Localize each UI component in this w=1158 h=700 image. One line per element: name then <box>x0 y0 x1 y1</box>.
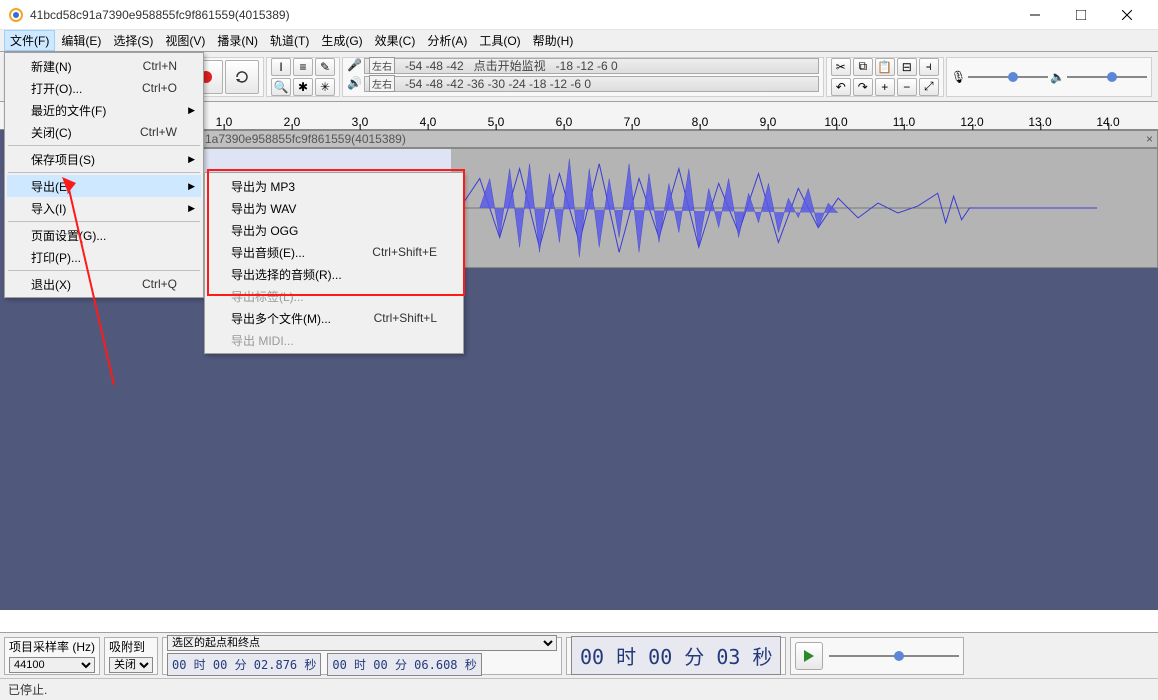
menu-new[interactable]: 新建(N)Ctrl+N <box>7 55 201 77</box>
window-title: 41bcd58c91a7390e958855fc9f861559(4015389… <box>30 8 1012 22</box>
menu-open[interactable]: 打开(O)...Ctrl+O <box>7 77 201 99</box>
mic-icon: 🎤 <box>347 58 362 74</box>
speaker-icon: 🔊 <box>347 76 362 92</box>
menu-tracks[interactable]: 轨道(T) <box>264 30 315 51</box>
export-wav[interactable]: 导出为 WAV <box>207 197 461 219</box>
multi-tool-icon[interactable]: ✳ <box>315 78 335 96</box>
menu-tools[interactable]: 工具(O) <box>473 30 526 51</box>
menu-select[interactable]: 选择(S) <box>107 30 159 51</box>
export-mp3[interactable]: 导出为 MP3 <box>207 175 461 197</box>
loop-button[interactable] <box>225 60 259 94</box>
export-ogg[interactable]: 导出为 OGG <box>207 219 461 241</box>
menu-page-setup[interactable]: 页面设置(G)... <box>7 224 201 246</box>
menu-effect[interactable]: 效果(C) <box>369 30 422 51</box>
selection-tool-icon[interactable]: I <box>271 58 291 76</box>
menu-save-project[interactable]: 保存项目(S)▶ <box>7 148 201 170</box>
selection-end-time[interactable]: 00 时 00 分 06.608 秒 <box>327 653 481 676</box>
menu-help[interactable]: 帮助(H) <box>527 30 580 51</box>
snap-select[interactable]: 关闭 <box>109 657 153 673</box>
trim-icon[interactable]: ⊟ <box>897 58 917 76</box>
app-icon <box>8 7 24 23</box>
title-bar: 41bcd58c91a7390e958855fc9f861559(4015389… <box>0 0 1158 30</box>
paste-icon[interactable]: 📋 <box>875 58 895 76</box>
sample-rate-select[interactable]: 44100 <box>9 657 95 673</box>
zoom-tool-icon[interactable]: 🔍 <box>271 78 291 96</box>
envelope-tool-icon[interactable]: ≡ <box>293 58 313 76</box>
file-menu-dropdown: 新建(N)Ctrl+N 打开(O)...Ctrl+O 最近的文件(F)▶ 关闭(… <box>4 52 204 298</box>
selection-mode-select[interactable]: 选区的起点和终点 <box>167 635 557 651</box>
status-text: 已停止. <box>8 681 47 698</box>
export-multiple[interactable]: 导出多个文件(M)...Ctrl+Shift+L <box>207 307 461 329</box>
cut-icon[interactable]: ✂ <box>831 58 851 76</box>
menu-transport[interactable]: 播录(N) <box>211 30 264 51</box>
snap-label: 吸附到 <box>109 638 153 655</box>
zoom-in-icon[interactable]: + <box>875 78 895 96</box>
zoom-out-icon[interactable]: − <box>897 78 917 96</box>
zoom-fit-icon[interactable]: ⤢ <box>919 78 939 96</box>
menu-analyze[interactable]: 分析(A) <box>421 30 473 51</box>
redo-icon[interactable]: ↷ <box>853 78 873 96</box>
undo-icon[interactable]: ↶ <box>831 78 851 96</box>
timeshift-tool-icon[interactable]: ✱ <box>293 78 313 96</box>
export-labels: 导出标签(L)... <box>207 285 461 307</box>
menu-print[interactable]: 打印(P)... <box>7 246 201 268</box>
menu-export[interactable]: 导出(E)▶ <box>7 175 201 197</box>
minimize-button[interactable] <box>1012 0 1058 30</box>
record-meter[interactable]: 左右 -54 -48 -42 点击开始监视 -18 -12 -6 0 <box>364 58 819 74</box>
menu-bar: 文件(F) 编辑(E) 选择(S) 视图(V) 播录(N) 轨道(T) 生成(G… <box>0 30 1158 52</box>
export-submenu-dropdown: 导出为 MP3 导出为 WAV 导出为 OGG 导出音频(E)...Ctrl+S… <box>204 172 464 354</box>
menu-exit[interactable]: 退出(X)Ctrl+Q <box>7 273 201 295</box>
record-volume-slider[interactable] <box>968 69 1048 85</box>
export-midi: 导出 MIDI... <box>207 329 461 351</box>
silence-icon[interactable]: ⫞ <box>919 58 939 76</box>
bottom-toolbar: 项目采样率 (Hz) 44100 吸附到 关闭 选区的起点和终点 00 时 00… <box>0 632 1158 678</box>
clip-title-bar[interactable]: 1a7390e958855fc9f861559(4015389) × <box>200 130 1158 148</box>
draw-tool-icon[interactable]: ✎ <box>315 58 335 76</box>
playback-speed-slider[interactable] <box>829 648 959 664</box>
selection-start-time[interactable]: 00 时 00 分 02.876 秒 <box>167 653 321 676</box>
playback-volume-slider[interactable] <box>1067 69 1147 85</box>
playback-meter[interactable]: 左右 -54 -48 -42 -36 -30 -24 -18 -12 -6 0 <box>364 76 819 92</box>
menu-import[interactable]: 导入(I)▶ <box>7 197 201 219</box>
copy-icon[interactable]: ⧉ <box>853 58 873 76</box>
clip-close-icon[interactable]: × <box>1146 132 1153 146</box>
menu-file[interactable]: 文件(F) <box>4 30 55 51</box>
menu-edit[interactable]: 编辑(E) <box>55 30 107 51</box>
mic-device-icon: 🎙 <box>951 70 966 84</box>
menu-recent[interactable]: 最近的文件(F)▶ <box>7 99 201 121</box>
close-button[interactable] <box>1104 0 1150 30</box>
speaker-device-icon: 🔈 <box>1050 70 1065 84</box>
play-at-speed-button[interactable] <box>795 642 823 670</box>
sample-rate-label: 项目采样率 (Hz) <box>9 638 95 655</box>
export-audio[interactable]: 导出音频(E)...Ctrl+Shift+E <box>207 241 461 263</box>
audio-position-time[interactable]: 00 时 00 分 03 秒 <box>571 636 781 675</box>
menu-view[interactable]: 视图(V) <box>159 30 211 51</box>
maximize-button[interactable] <box>1058 0 1104 30</box>
menu-generate[interactable]: 生成(G) <box>315 30 368 51</box>
status-bar: 已停止. <box>0 678 1158 700</box>
export-selected-audio[interactable]: 导出选择的音频(R)... <box>207 263 461 285</box>
menu-close[interactable]: 关闭(C)Ctrl+W <box>7 121 201 143</box>
